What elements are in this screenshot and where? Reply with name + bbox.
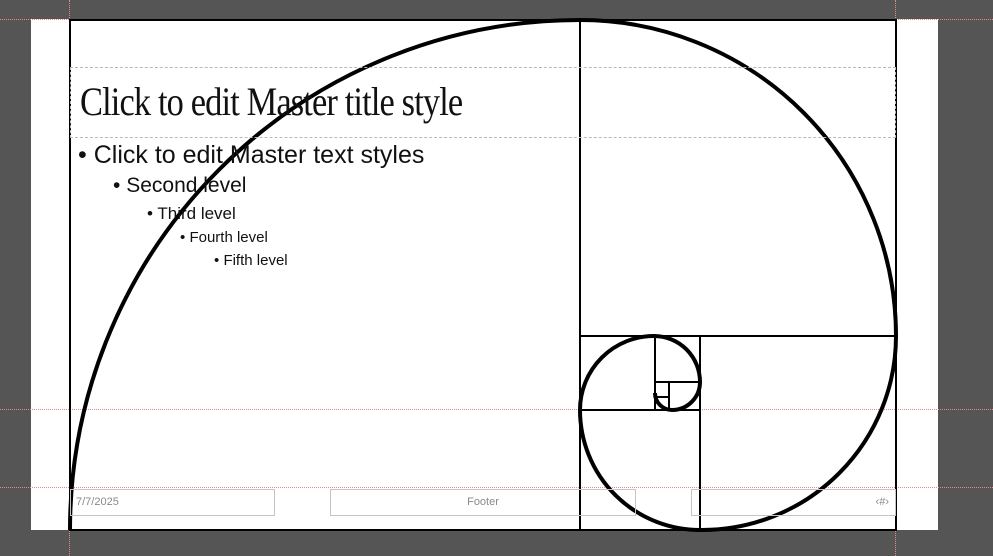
text-level-3-label: Third level bbox=[157, 204, 236, 223]
bullet-icon: • bbox=[113, 174, 121, 197]
date-placeholder[interactable]: 7/7/2025 bbox=[70, 489, 275, 516]
text-level-5[interactable]: • Fifth level bbox=[214, 252, 288, 269]
text-level-3[interactable]: • Third level bbox=[147, 204, 236, 224]
text-level-2[interactable]: • Second level bbox=[113, 174, 246, 198]
text-level-1[interactable]: • Click to edit Master text styles bbox=[78, 141, 424, 170]
title-placeholder[interactable]: Click to edit Master title style bbox=[70, 67, 896, 138]
bullet-icon: • bbox=[147, 204, 153, 223]
text-level-4[interactable]: • Fourth level bbox=[180, 229, 268, 246]
text-level-2-label: Second level bbox=[126, 174, 247, 197]
footer-placeholder[interactable]: Footer bbox=[330, 489, 636, 516]
text-level-5-label: Fifth level bbox=[223, 252, 288, 269]
bullet-icon: • bbox=[78, 141, 87, 169]
bullet-icon: • bbox=[180, 229, 186, 246]
title-text[interactable]: Click to edit Master title style bbox=[80, 78, 463, 126]
text-level-4-label: Fourth level bbox=[189, 229, 268, 246]
bullet-icon: • bbox=[214, 252, 220, 269]
slide-number-placeholder[interactable]: ‹#› bbox=[691, 489, 896, 516]
text-level-1-label: Click to edit Master text styles bbox=[93, 141, 425, 169]
content-placeholder[interactable]: • Click to edit Master text styles • Sec… bbox=[70, 139, 896, 484]
